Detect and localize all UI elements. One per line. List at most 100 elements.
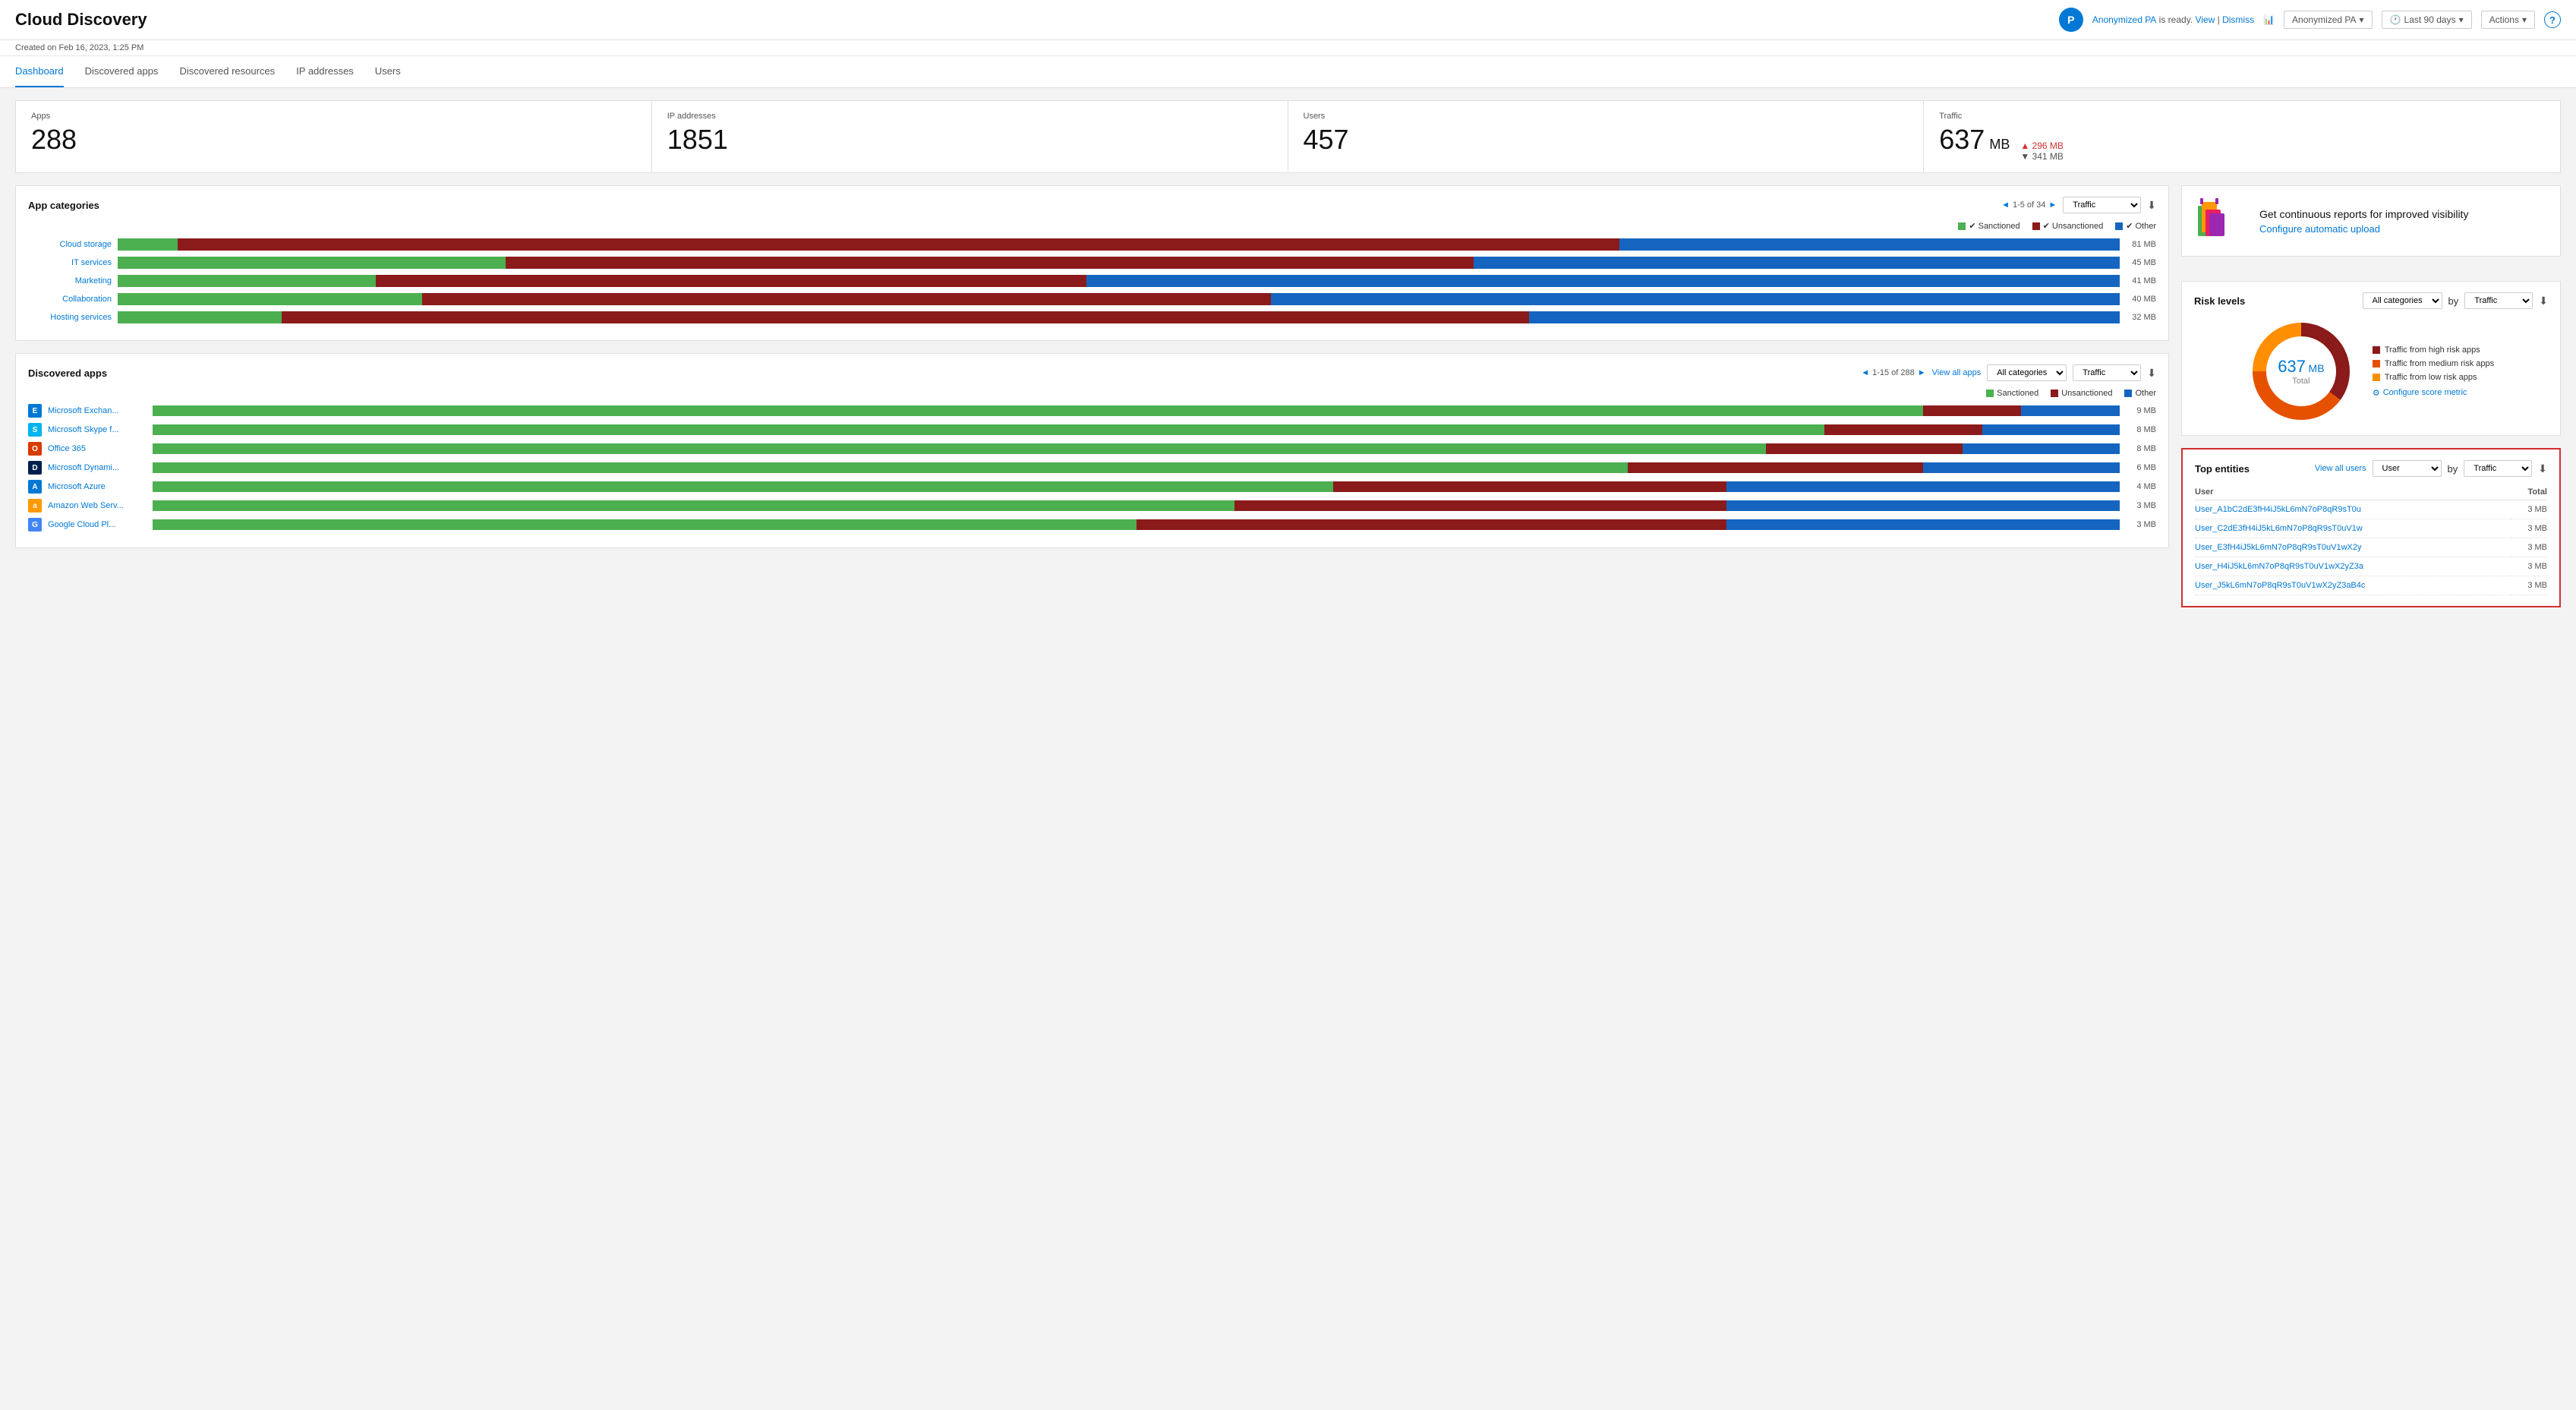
- col-user: User: [2195, 484, 2511, 500]
- risk-download-icon[interactable]: ⬇: [2539, 295, 2548, 308]
- ip-value: 1851: [667, 124, 1272, 156]
- app-name[interactable]: Microsoft Skype f...: [48, 425, 147, 434]
- download-amount: 341 MB: [2032, 151, 2064, 162]
- dismiss-link[interactable]: Dismiss: [2222, 14, 2254, 25]
- risk-levels-controls: All categories by Traffic Users ⬇: [2363, 292, 2548, 309]
- app-name[interactable]: Microsoft Dynami...: [48, 463, 147, 472]
- entity-name[interactable]: User_C2dE3fH4iJ5kL6mN7oP8qR9sT0uV1w: [2195, 519, 2511, 538]
- reports-panel: Get continuous reports for improved visi…: [2181, 185, 2561, 257]
- disc-apps-category-dropdown[interactable]: All categories: [1987, 364, 2067, 381]
- configure-upload-link[interactable]: Configure automatic upload: [2259, 223, 2380, 235]
- risk-category-dropdown[interactable]: All categories: [2363, 292, 2442, 309]
- entities-table-head: User Total: [2195, 484, 2547, 500]
- app-name[interactable]: Amazon Web Serv...: [48, 501, 147, 510]
- view-all-users-link[interactable]: View all users: [2315, 464, 2366, 473]
- sanctioned-seg: [118, 275, 376, 287]
- entity-name[interactable]: User_H4iJ5kL6mN7oP8qR9sT0uV1wX2yZ3a: [2195, 557, 2511, 576]
- app-other-seg: [2021, 405, 2120, 416]
- disc-other-label: Other: [2135, 389, 2156, 398]
- app-cat-bar-row: Cloud storage 81 MB: [28, 238, 2156, 251]
- discovered-apps-controls: ◄ 1-15 of 288 ► View all apps All catego…: [1861, 364, 2156, 381]
- app-name[interactable]: Microsoft Exchan...: [48, 406, 147, 415]
- entities-download-icon[interactable]: ⬇: [2538, 462, 2547, 475]
- risk-medium-item: Traffic from medium risk apps: [2373, 359, 2494, 368]
- tab-ip-addresses[interactable]: IP addresses: [296, 56, 354, 87]
- account-dropdown[interactable]: Anonymized PA ▾: [2284, 11, 2373, 29]
- donut-value: 637 MB: [2278, 357, 2324, 377]
- tab-discovered-apps[interactable]: Discovered apps: [85, 56, 159, 87]
- app-name[interactable]: Google Cloud Pl...: [48, 520, 147, 529]
- gear-icon: ⚙: [2373, 388, 2380, 398]
- traffic-number: 637: [1939, 124, 1985, 156]
- bar-track: [118, 311, 2120, 323]
- actions-dropdown[interactable]: Actions ▾: [2481, 11, 2535, 29]
- app-name[interactable]: Microsoft Azure: [48, 482, 147, 491]
- entities-metric-dropdown[interactable]: Traffic Users: [2464, 460, 2532, 477]
- clock-icon: 🕐: [2390, 14, 2401, 25]
- risk-low-label: Traffic from low risk apps: [2385, 373, 2477, 382]
- next-page-icon[interactable]: ►: [2048, 200, 2057, 210]
- time-range-dropdown[interactable]: 🕐 Last 90 days ▾: [2382, 11, 2472, 29]
- app-categories-pagination: ◄ 1-5 of 34 ►: [2001, 200, 2057, 210]
- disc-apps-download-icon[interactable]: ⬇: [2147, 367, 2156, 380]
- sanctioned-color-box: [1958, 222, 1966, 230]
- risk-low-item: Traffic from low risk apps: [2373, 373, 2494, 382]
- reports-illustration: [2194, 198, 2247, 244]
- tab-discovered-resources[interactable]: Discovered resources: [179, 56, 275, 87]
- apps-number: 288: [31, 124, 77, 156]
- stat-traffic: Traffic 637 MB ▲ 296 MB ▼ 341 MB: [1924, 101, 2560, 172]
- stat-users: Users 457: [1288, 101, 1925, 172]
- ip-number: 1851: [667, 124, 728, 156]
- tab-users[interactable]: Users: [375, 56, 401, 87]
- entity-row: User_A1bC2dE3fH4iJ5kL6mN7oP8qR9sT0u 3 MB: [2195, 500, 2547, 519]
- app-bar-track: [153, 462, 2120, 473]
- sanctioned-seg: [118, 293, 422, 305]
- app-icon: D: [28, 461, 42, 475]
- apps-value: 288: [31, 124, 636, 156]
- risk-levels-header: Risk levels All categories by Traffic Us…: [2194, 292, 2548, 309]
- other-seg: [1474, 257, 2120, 269]
- disc-apps-metric-dropdown[interactable]: Traffic Users: [2073, 364, 2141, 381]
- other-seg: [1619, 238, 2120, 251]
- tab-dashboard[interactable]: Dashboard: [15, 56, 64, 87]
- bar-track: [118, 275, 2120, 287]
- entity-name[interactable]: User_E3fH4iJ5kL6mN7oP8qR9sT0uV1wX2y: [2195, 538, 2511, 557]
- by-label: by: [2448, 295, 2459, 307]
- two-col-layout: App categories ◄ 1-5 of 34 ► Traffic Use…: [15, 185, 2561, 607]
- unsanctioned-color-box: [2032, 222, 2040, 230]
- page-title: Cloud Discovery: [15, 10, 147, 30]
- prev-page-icon[interactable]: ◄: [2001, 200, 2010, 210]
- disc-app-row: O Office 365 8 MB: [28, 442, 2156, 456]
- apps-label: Apps: [31, 112, 636, 121]
- top-entities-header: Top entities View all users User IP addr…: [2195, 460, 2547, 477]
- app-value: 4 MB: [2126, 482, 2156, 491]
- download-icon[interactable]: ⬇: [2147, 199, 2156, 212]
- sanctioned-seg: [118, 257, 506, 269]
- bar-value: 45 MB: [2126, 258, 2156, 267]
- entity-name[interactable]: User_J5kL6mN7oP8qR9sT0uV1wX2yZ3aB4c: [2195, 576, 2511, 595]
- risk-metric-dropdown[interactable]: Traffic Users: [2464, 292, 2533, 309]
- entity-name[interactable]: User_A1bC2dE3fH4iJ5kL6mN7oP8qR9sT0u: [2195, 500, 2511, 519]
- bar-label[interactable]: Cloud storage: [28, 240, 112, 249]
- app-unsanctioned-seg: [1628, 462, 1923, 473]
- configure-score-link[interactable]: ⚙ Configure score metric: [2373, 388, 2494, 398]
- entity-type-dropdown[interactable]: User IP address: [2373, 460, 2442, 477]
- actions-label: Actions: [2489, 14, 2519, 25]
- app-categories-chart: ✔ Sanctioned ✔ Unsanctioned ✔ Other Clou: [28, 221, 2156, 323]
- help-button[interactable]: ?: [2544, 11, 2561, 28]
- disc-prev-icon[interactable]: ◄: [1861, 368, 1869, 377]
- app-name[interactable]: Office 365: [48, 444, 147, 453]
- bar-label[interactable]: Hosting services: [28, 313, 112, 322]
- bar-label[interactable]: Collaboration: [28, 295, 112, 304]
- users-number: 457: [1304, 124, 1349, 156]
- view-all-apps-link[interactable]: View all apps: [1932, 368, 1982, 377]
- stats-row: Apps 288 IP addresses 1851 Users 457 Tra…: [15, 100, 2561, 173]
- app-categories-metric-dropdown[interactable]: Traffic Users IP addresses: [2063, 197, 2141, 213]
- disc-apps-legend: Sanctioned Unsanctioned Other: [28, 389, 2156, 398]
- bar-track: [118, 293, 2120, 305]
- donut-total: Total: [2278, 377, 2324, 386]
- disc-next-icon[interactable]: ►: [1918, 368, 1926, 377]
- bar-label[interactable]: Marketing: [28, 276, 112, 285]
- view-link[interactable]: View: [2195, 14, 2215, 25]
- bar-label[interactable]: IT services: [28, 258, 112, 267]
